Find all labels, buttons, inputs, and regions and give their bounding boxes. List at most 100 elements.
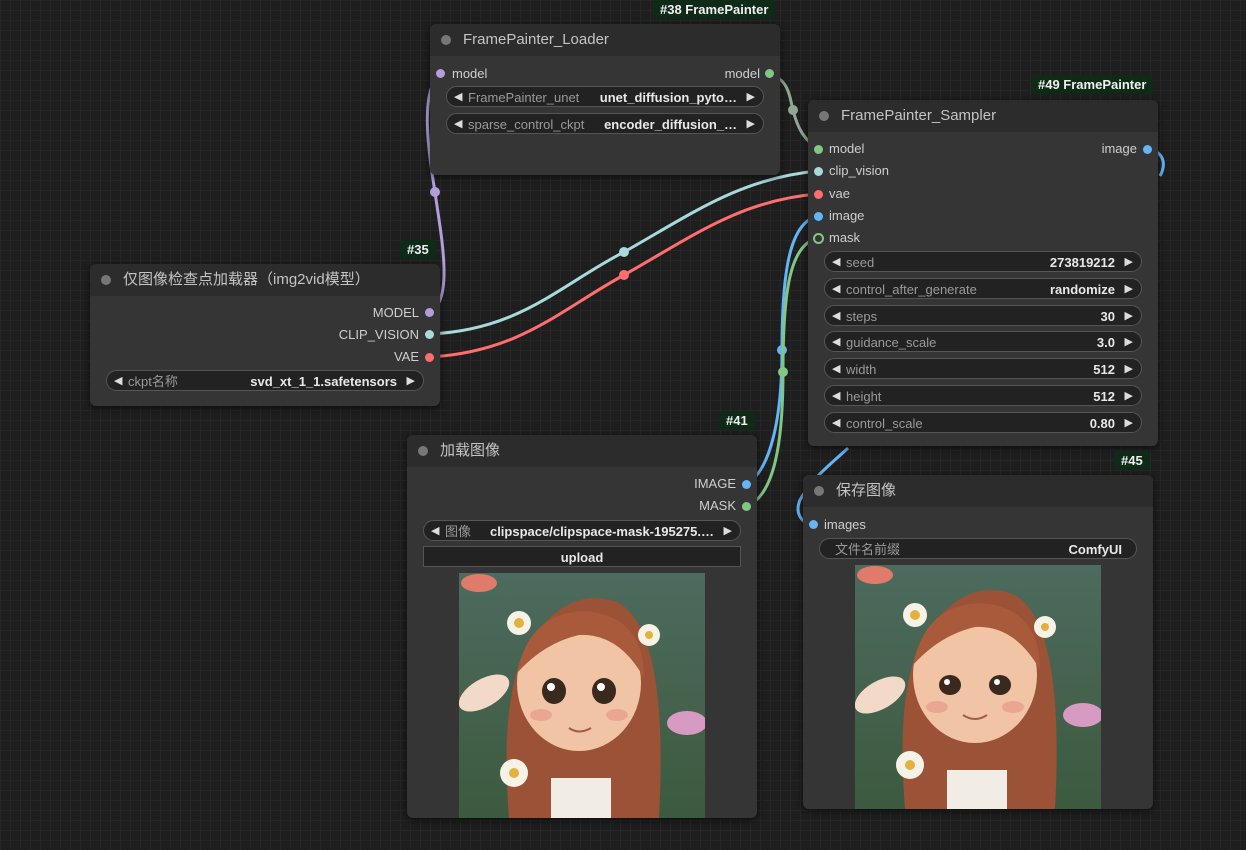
upload-button[interactable]: upload: [423, 546, 741, 567]
arrow-right-icon[interactable]: ▶: [724, 521, 732, 542]
widget-label: seed: [846, 255, 875, 270]
node-badge-38: #38 FramePainter: [653, 0, 776, 19]
widget-value: 0.80: [1089, 416, 1115, 431]
model-input-slot-icon[interactable]: [436, 69, 445, 78]
guidance-scale-widget[interactable]: ◀ guidance_scale 3.0 ▶: [824, 331, 1142, 352]
widget-value: 512: [1093, 362, 1115, 377]
collapse-dot-icon[interactable]: [101, 275, 111, 285]
arrow-left-icon[interactable]: ◀: [114, 371, 122, 392]
image-file-select[interactable]: ◀ 图像 clipspace/clipspace-mask-195275.… ▶: [423, 520, 741, 541]
model-output-label: MODEL: [372, 305, 419, 320]
img2vid-checkpoint-loader-node[interactable]: 仅图像检查点加载器（img2vid模型） MODEL CLIP_VISION V…: [90, 264, 440, 406]
node-header[interactable]: 加载图像: [407, 435, 757, 467]
arrow-left-icon[interactable]: ◀: [832, 332, 840, 353]
widget-value: unet_diffusion_pyto…: [599, 90, 737, 105]
node-badge-35: #35: [400, 240, 436, 259]
image-input-slot-icon[interactable]: [814, 212, 823, 221]
mask-input-label: mask: [829, 230, 861, 245]
image-output-slot-icon[interactable]: [1143, 145, 1152, 154]
image-output-slot-icon[interactable]: [742, 480, 751, 489]
arrow-right-icon[interactable]: ▶: [407, 371, 415, 392]
node-header[interactable]: 仅图像检查点加载器（img2vid模型）: [90, 264, 440, 296]
arrow-right-icon[interactable]: ▶: [1125, 306, 1133, 327]
node-graph-canvas[interactable]: #38 FramePainter FramePainter_Loader mod…: [0, 0, 1246, 850]
widget-label: sparse_control_ckpt: [468, 117, 585, 132]
arrow-left-icon[interactable]: ◀: [832, 279, 840, 300]
arrow-left-icon[interactable]: ◀: [832, 252, 840, 273]
collapse-dot-icon[interactable]: [441, 35, 451, 45]
node-header[interactable]: 保存图像: [803, 475, 1153, 507]
images-input-label: images: [824, 517, 866, 532]
widget-value: clipspace/clipspace-mask-195275.…: [489, 524, 714, 539]
seed-widget[interactable]: ◀ seed 273819212 ▶: [824, 251, 1142, 272]
wire-midpoint-image[interactable]: [777, 345, 787, 355]
vae-output-label: VAE: [393, 349, 419, 364]
control-scale-widget[interactable]: ◀ control_scale 0.80 ▶: [824, 412, 1142, 433]
collapse-dot-icon[interactable]: [814, 486, 824, 496]
arrow-left-icon[interactable]: ◀: [431, 521, 439, 542]
framepainter-loader-node[interactable]: FramePainter_Loader model model ◀ FrameP…: [430, 24, 780, 175]
wire-midpoint-model[interactable]: [430, 187, 440, 197]
control-after-generate-widget[interactable]: ◀ control_after_generate randomize ▶: [824, 278, 1142, 299]
width-widget[interactable]: ◀ width 512 ▶: [824, 358, 1142, 379]
wire-midpoint-vae[interactable]: [619, 270, 629, 280]
widget-value: 273819212: [1049, 255, 1115, 270]
widget-label: ckpt名称: [128, 374, 178, 389]
collapse-dot-icon[interactable]: [418, 446, 428, 456]
wire-vae[interactable]: [429, 192, 819, 359]
arrow-right-icon[interactable]: ▶: [747, 114, 755, 135]
arrow-right-icon[interactable]: ▶: [747, 87, 755, 108]
node-title: 保存图像: [836, 482, 897, 499]
vae-output-slot-icon[interactable]: [425, 353, 434, 362]
arrow-left-icon[interactable]: ◀: [832, 413, 840, 434]
height-widget[interactable]: ◀ height 512 ▶: [824, 385, 1142, 406]
arrow-left-icon[interactable]: ◀: [832, 359, 840, 380]
images-input-slot-icon[interactable]: [809, 520, 818, 529]
mask-input-slot-icon[interactable]: [813, 233, 824, 244]
wire-midpoint-clip-vision[interactable]: [619, 247, 629, 257]
node-badge-49: #49 FramePainter: [1031, 75, 1154, 94]
wire-clip-vision[interactable]: [429, 169, 819, 336]
clip-vision-input-label: clip_vision: [829, 163, 889, 178]
arrow-right-icon[interactable]: ▶: [1125, 359, 1133, 380]
load-image-node[interactable]: 加载图像 IMAGE MASK ◀ 图像 clipspace/clipspace…: [407, 435, 757, 818]
clip-vision-input-slot-icon[interactable]: [814, 167, 823, 176]
image-output-label: IMAGE: [694, 476, 736, 491]
arrow-right-icon[interactable]: ▶: [1125, 252, 1133, 273]
model-output-slot-icon[interactable]: [765, 69, 774, 78]
framepainter-unet-select[interactable]: ◀ FramePainter_unet unet_diffusion_pyto……: [446, 86, 764, 107]
collapse-dot-icon[interactable]: [819, 111, 829, 121]
node-header[interactable]: FramePainter_Sampler: [808, 100, 1158, 132]
girl-portrait-output-image: [855, 565, 1101, 809]
widget-label: 图像: [445, 524, 472, 539]
arrow-left-icon[interactable]: ◀: [832, 306, 840, 327]
framepainter-sampler-node[interactable]: FramePainter_Sampler model clip_vision v…: [808, 100, 1158, 446]
filename-prefix-field[interactable]: 文件名前缀 ComfyUI: [819, 538, 1137, 559]
clip-vision-output-slot-icon[interactable]: [425, 330, 434, 339]
arrow-left-icon[interactable]: ◀: [454, 114, 462, 135]
output-image-preview: [855, 565, 1101, 809]
model-output-slot-icon[interactable]: [425, 308, 434, 317]
wire-midpoint-model-2[interactable]: [788, 105, 798, 115]
vae-input-slot-icon[interactable]: [814, 190, 823, 199]
arrow-right-icon[interactable]: ▶: [1125, 386, 1133, 407]
arrow-left-icon[interactable]: ◀: [832, 386, 840, 407]
node-title: FramePainter_Loader: [463, 31, 609, 48]
arrow-left-icon[interactable]: ◀: [454, 87, 462, 108]
steps-widget[interactable]: ◀ steps 30 ▶: [824, 305, 1142, 326]
model-input-slot-icon[interactable]: [814, 145, 823, 154]
arrow-right-icon[interactable]: ▶: [1125, 332, 1133, 353]
node-title: 仅图像检查点加载器（img2vid模型）: [123, 271, 370, 288]
save-image-node[interactable]: 保存图像 images 文件名前缀 ComfyUI: [803, 475, 1153, 809]
widget-label: width: [846, 362, 877, 377]
node-header[interactable]: FramePainter_Loader: [430, 24, 780, 56]
wire-midpoint-mask[interactable]: [778, 367, 788, 377]
mask-output-slot-icon[interactable]: [742, 502, 751, 511]
widget-value: randomize: [1049, 282, 1115, 297]
sparse-control-ckpt-select[interactable]: ◀ sparse_control_ckpt encoder_diffusion_…: [446, 113, 764, 134]
mask-output-label: MASK: [699, 498, 736, 513]
ckpt-name-select[interactable]: ◀ ckpt名称 svd_xt_1_1.safetensors ▶: [106, 370, 424, 391]
arrow-right-icon[interactable]: ▶: [1125, 279, 1133, 300]
model-input-label: model: [829, 141, 865, 156]
arrow-right-icon[interactable]: ▶: [1125, 413, 1133, 434]
